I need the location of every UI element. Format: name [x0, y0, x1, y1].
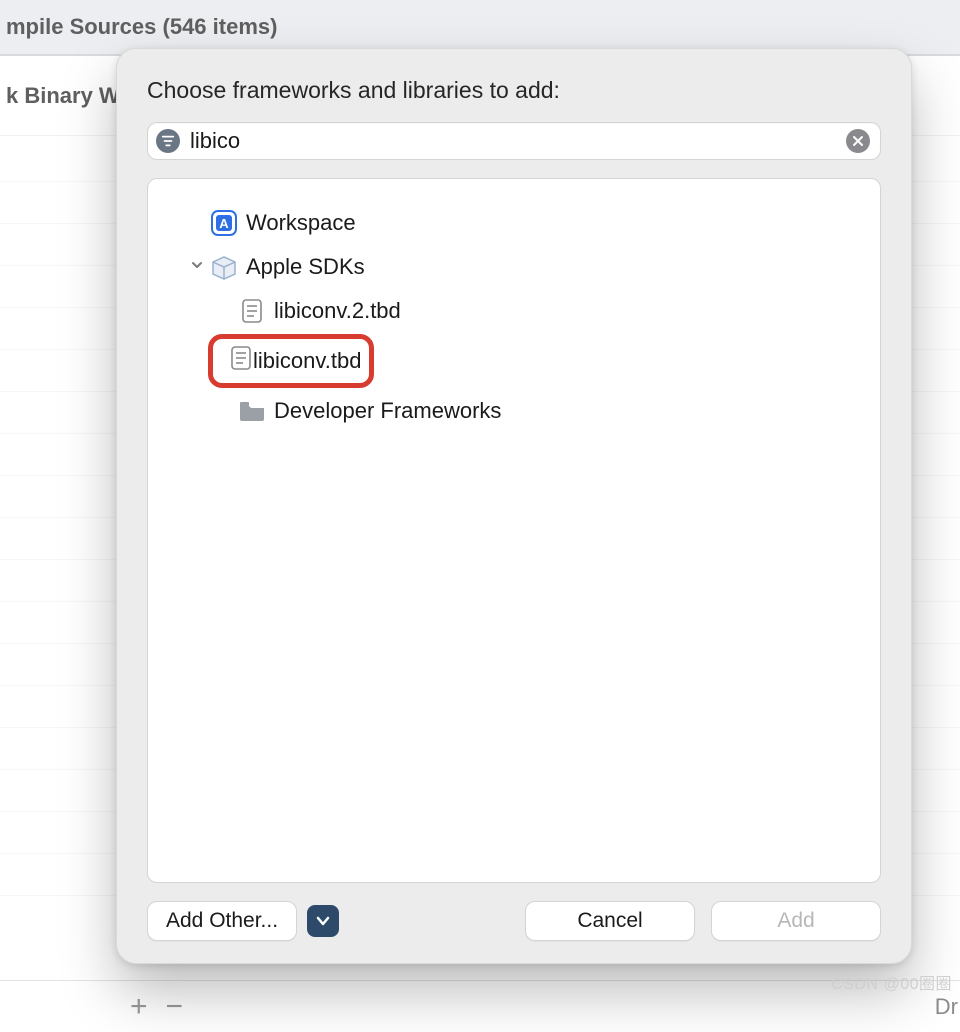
tree-item-label: Apple SDKs — [246, 254, 365, 280]
search-field-wrap[interactable] — [147, 122, 881, 160]
compile-sources-label: mpile Sources (546 items) — [6, 14, 277, 40]
workspace-icon: A — [208, 210, 240, 236]
add-other-menu[interactable]: Add Other... — [147, 901, 339, 941]
tree-item-libiconv-2-tbd[interactable]: libiconv.2.tbd — [162, 289, 866, 333]
file-icon — [236, 298, 268, 324]
table-footer: + − Dr — [0, 980, 960, 1032]
add-other-button[interactable]: Add Other... — [147, 901, 297, 941]
sdk-box-icon — [208, 254, 240, 280]
tree-item-label: libiconv.2.tbd — [274, 298, 401, 324]
dialog-footer: Add Other... Cancel Add — [147, 901, 881, 941]
add-other-dropdown-icon[interactable] — [307, 905, 339, 937]
add-button[interactable]: Add — [711, 901, 881, 941]
add-frameworks-dialog: Choose frameworks and libraries to add: … — [116, 48, 912, 964]
remove-row-button[interactable]: − — [166, 990, 184, 1024]
folder-icon — [236, 400, 268, 422]
clear-search-button[interactable] — [846, 129, 870, 153]
tree-item-workspace[interactable]: A Workspace — [162, 201, 866, 245]
tree-item-label: Workspace — [246, 210, 356, 236]
file-icon — [229, 345, 253, 377]
framework-tree: A Workspace Apple SDKs — [147, 178, 881, 883]
search-input[interactable] — [190, 128, 846, 154]
tree-item-apple-sdks[interactable]: Apple SDKs — [162, 245, 866, 289]
tree-item-developer-frameworks[interactable]: Developer Frameworks — [162, 389, 866, 433]
cancel-button[interactable]: Cancel — [525, 901, 695, 941]
footer-right-text: Dr — [935, 994, 958, 1020]
watermark: CSDN @00圈圈 — [831, 970, 952, 994]
tree-item-label: Developer Frameworks — [274, 398, 501, 424]
svg-text:A: A — [219, 216, 229, 231]
chevron-down-icon[interactable] — [186, 258, 208, 277]
add-row-button[interactable]: + — [130, 990, 148, 1024]
link-binary-label: k Binary W — [6, 83, 120, 109]
tree-item-libiconv-tbd-highlighted[interactable]: libiconv.tbd — [208, 334, 374, 388]
filter-icon — [156, 129, 180, 153]
tree-item-label: libiconv.tbd — [253, 348, 361, 374]
dialog-title: Choose frameworks and libraries to add: — [147, 77, 881, 104]
